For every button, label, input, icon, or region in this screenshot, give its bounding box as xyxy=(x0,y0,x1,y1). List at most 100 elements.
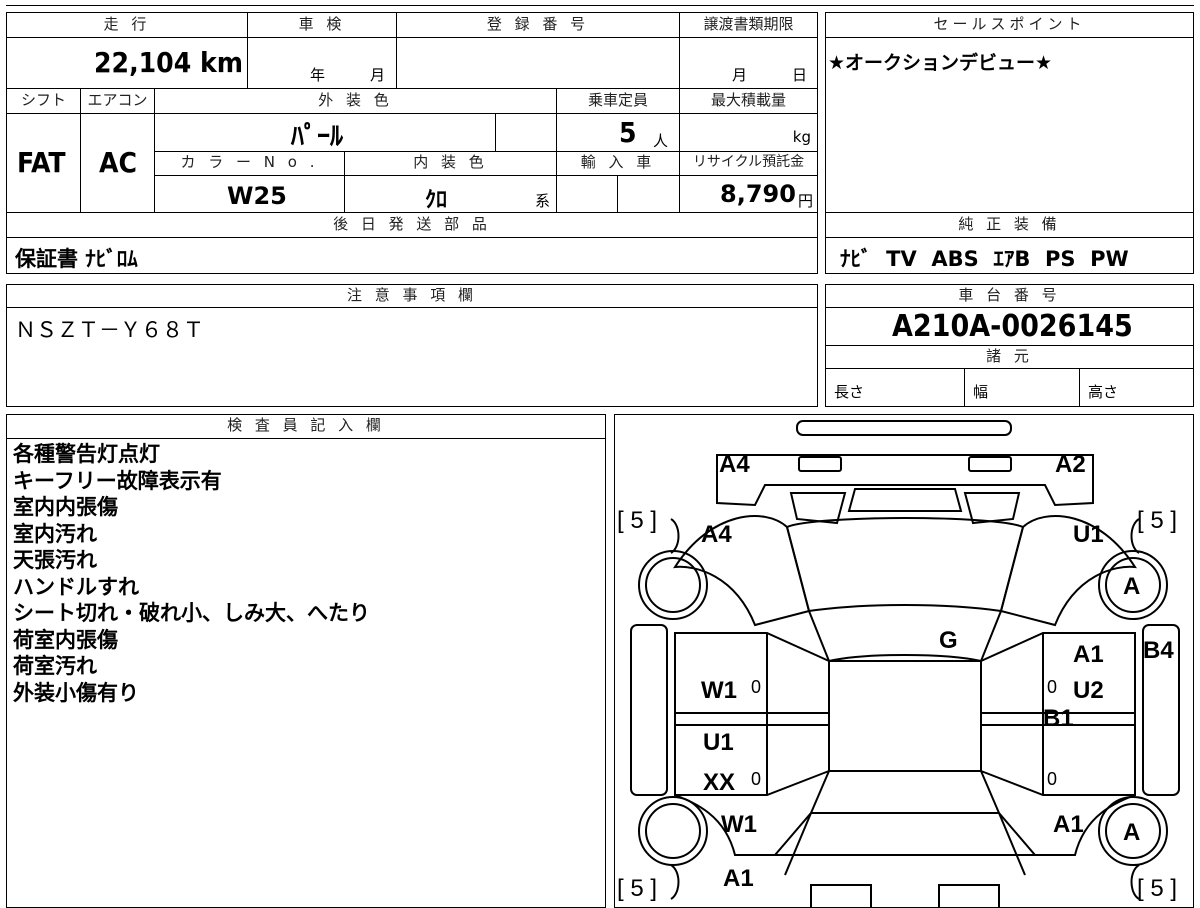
sales-point-value: ★オークションデビュー★ xyxy=(828,52,1053,74)
bracket-label-bottom-right: [ 5 ] xyxy=(1137,875,1178,902)
transfer-month: 月 xyxy=(732,66,748,84)
damage-label-roof: G xyxy=(939,627,958,654)
bracket-label-top-right: [ 5 ] xyxy=(1137,507,1178,534)
chassis-value: A210A-0026145 xyxy=(892,309,1133,344)
recycle-unit: 円 xyxy=(797,192,813,210)
dimensions-header: 諸 元 xyxy=(825,345,1194,369)
genuine-equipment-cell: ﾅﾋﾞ TV ABS ｴｱB PS PW xyxy=(825,237,1194,274)
bracket-label-top-left: [ 5 ] xyxy=(617,507,658,534)
mileage-cell: 22,104 km xyxy=(6,37,248,89)
colorno-value: W25 xyxy=(227,182,287,210)
damage-label-door-right-top-1: A1 xyxy=(1073,641,1104,668)
shift-cell: FAT xyxy=(6,113,81,213)
later-parts-cell: 保証書 ﾅﾋﾞﾛﾑ xyxy=(6,237,818,274)
damage-label-door-left-rear-1: U1 xyxy=(703,729,734,756)
dimension-width-label: 幅 xyxy=(973,383,989,401)
mileage-header: 走 行 xyxy=(6,12,248,38)
damage-label-fender-left: A4 xyxy=(701,521,732,548)
maxload-unit: kg xyxy=(792,128,811,146)
damage-label-tire-front-right: A xyxy=(1123,573,1141,600)
inspection-cell: 年 月 xyxy=(247,37,397,89)
damage-zero-right-front: 0 xyxy=(1047,677,1058,697)
transfer-deadline-cell: 月 日 xyxy=(679,37,818,89)
bracket-label-bottom-left: [ 5 ] xyxy=(617,875,658,902)
damage-label-rear-left: W1 xyxy=(721,811,757,838)
capacity-unit: 人 xyxy=(653,132,669,150)
inspector-cell: 各種警告灯点灯 キーフリー故障表示有 室内内張傷 室内汚れ 天張汚れ ハンドルす… xyxy=(6,438,606,908)
caution-value: ＮＳＺＴ－Ｙ６８Ｔ xyxy=(15,318,204,342)
shift-header: シフト xyxy=(6,88,81,114)
colorno-cell: W25 xyxy=(154,175,345,213)
inspector-note: 荷室汚れ xyxy=(13,654,97,678)
caution-header: 注 意 事 項 欄 xyxy=(6,284,818,308)
genuine-equipment-header: 純 正 装 備 xyxy=(825,212,1194,238)
import-cell-b xyxy=(617,175,680,213)
interior-value: ｸﾛ xyxy=(425,188,448,213)
inspector-note: 室内汚れ xyxy=(13,521,97,546)
registration-cell xyxy=(396,37,680,89)
chassis-cell: A210A-0026145 xyxy=(825,307,1194,346)
shift-value: FAT xyxy=(17,146,66,179)
recycle-header: リサイクル預託金 xyxy=(679,151,818,176)
dimension-width-cell: 幅 xyxy=(964,368,1080,407)
recycle-cell: 8,790 円 xyxy=(679,175,818,213)
genuine-equipment-value: ﾅﾋﾞ TV ABS ｴｱB PS PW xyxy=(840,247,1129,271)
inspector-header: 検 査 員 記 入 欄 xyxy=(6,414,606,439)
inspector-note: ハンドルすれ xyxy=(13,574,139,599)
damage-zero-left-rear: 0 xyxy=(751,769,762,789)
capacity-header: 乗車定員 xyxy=(556,88,680,114)
sales-point-cell: ★オークションデビュー★ xyxy=(825,37,1194,213)
ac-cell: AC xyxy=(80,113,155,213)
damage-label-rear-right: A1 xyxy=(1053,811,1084,838)
damage-label-front-left: A4 xyxy=(719,451,750,478)
inspector-note: 室内内張傷 xyxy=(13,495,118,519)
capacity-value: 5 xyxy=(619,116,637,149)
dimension-height-cell: 高さ xyxy=(1079,368,1194,407)
inspection-year: 年 xyxy=(310,66,326,84)
inspection-header: 車 検 xyxy=(247,12,397,38)
sales-point-header: セールスポイント xyxy=(825,12,1194,38)
damage-label-front-right: A2 xyxy=(1055,451,1086,478)
interior-header: 内 装 色 xyxy=(344,151,557,176)
damage-label-bumper-rear: A1 xyxy=(723,865,754,892)
damage-zero-left-front: 0 xyxy=(751,677,762,697)
inspector-note: 外装小傷有り xyxy=(13,680,139,705)
mileage-value: 22,104 km xyxy=(94,46,243,79)
inspector-note: 各種警告灯点灯 xyxy=(13,442,160,466)
damage-zero-right-rear: 0 xyxy=(1047,769,1058,789)
caution-cell: ＮＳＺＴ－Ｙ６８Ｔ xyxy=(6,307,818,407)
recycle-value: 8,790 xyxy=(720,180,796,208)
inspector-note: 天張汚れ xyxy=(13,548,97,572)
car-diagram-outline xyxy=(630,420,1180,907)
exterior-header: 外 装 色 xyxy=(154,88,557,114)
maxload-header: 最大積載量 xyxy=(679,88,818,114)
interior-suffix: 系 xyxy=(535,192,551,210)
dimension-height-label: 高さ xyxy=(1088,383,1119,401)
exterior-cell: ﾊﾟｰﾙ xyxy=(154,113,496,152)
ac-header: エアコン xyxy=(80,88,155,114)
damage-label-side-right: B4 xyxy=(1143,637,1174,664)
car-diagram-panel: A4 A2 [ 5 ] [ 5 ] A4 U1 A G A1 B4 W1 0 0… xyxy=(614,414,1194,908)
exterior-extra-cell xyxy=(495,113,557,152)
dimension-length-cell: 長さ xyxy=(825,368,965,407)
import-header: 輸 入 車 xyxy=(556,151,680,176)
damage-label-door-right-top-2: U2 xyxy=(1073,677,1104,704)
dimension-length-label: 長さ xyxy=(834,383,865,401)
damage-label-door-left-front: W1 xyxy=(701,677,737,704)
import-cell-a xyxy=(556,175,618,213)
damage-label-tire-rear-right: A xyxy=(1123,819,1141,846)
maxload-cell: kg xyxy=(679,113,818,152)
damage-label-fender-right: U1 xyxy=(1073,521,1104,548)
capacity-cell: 5 人 xyxy=(556,113,680,152)
inspector-note: キーフリー故障表示有 xyxy=(13,468,222,493)
ac-value: AC xyxy=(99,146,137,179)
later-parts-value: 保証書 ﾅﾋﾞﾛﾑ xyxy=(15,247,138,271)
inspector-note: シート切れ・破れ小、しみ大、へたり xyxy=(13,601,370,625)
chassis-header: 車 台 番 号 xyxy=(825,284,1194,308)
transfer-day: 日 xyxy=(792,66,808,84)
top-strip xyxy=(6,0,1194,6)
exterior-value: ﾊﾟｰﾙ xyxy=(291,122,344,152)
transfer-deadline-header: 譲渡書類期限 xyxy=(679,12,818,38)
inspection-month: 月 xyxy=(370,66,386,84)
damage-label-door-left-rear-2: XX xyxy=(703,769,736,796)
